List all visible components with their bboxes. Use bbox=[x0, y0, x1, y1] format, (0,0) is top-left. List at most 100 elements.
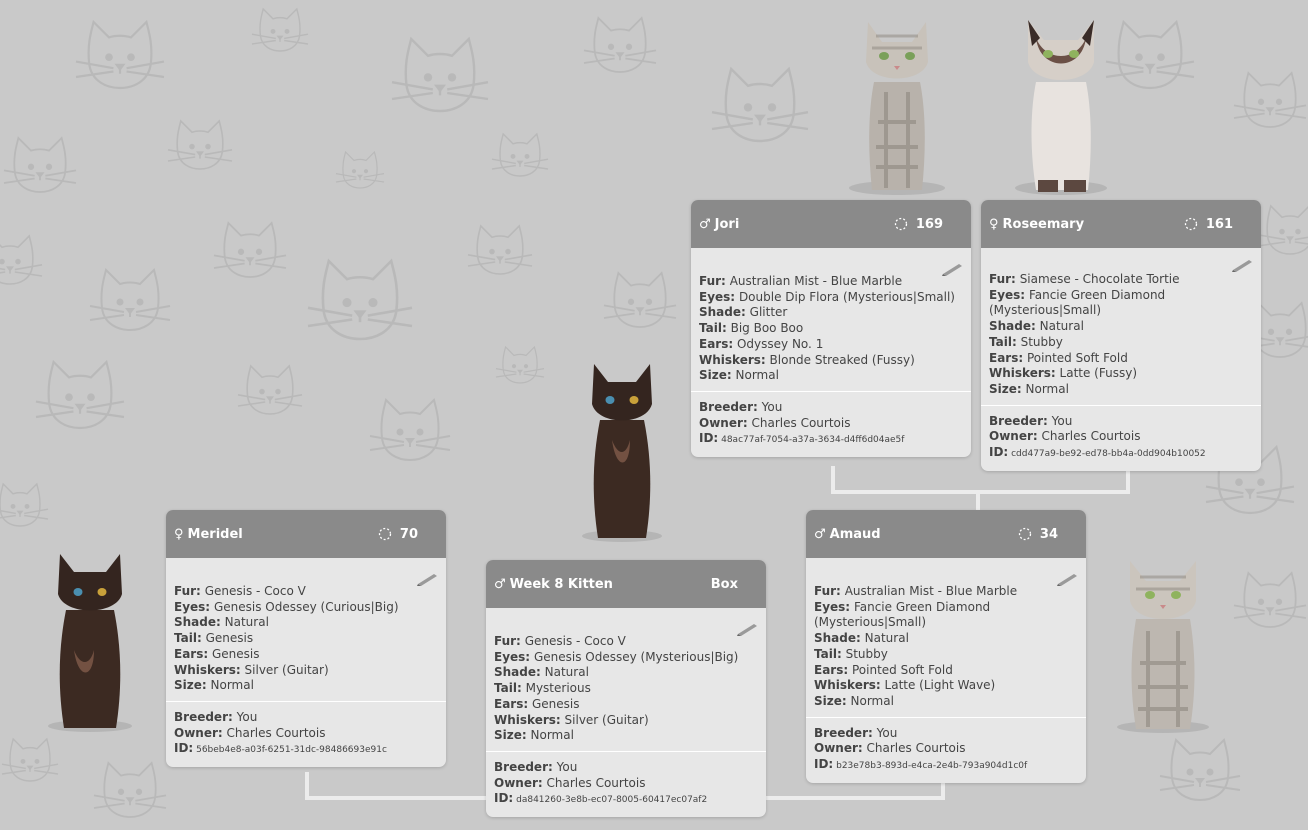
trait-size: Size: Normal bbox=[814, 693, 894, 708]
pencil-icon[interactable] bbox=[736, 622, 758, 636]
trait-ears: Ears: Genesis bbox=[174, 646, 260, 661]
cat-image-jori bbox=[849, 22, 945, 195]
card-header: ♀ Roseemary 161 bbox=[981, 200, 1261, 248]
generation-count: 70 bbox=[399, 526, 418, 542]
ownership-section: Breeder: You Owner: Charles Courtois ID:… bbox=[166, 700, 446, 767]
id-line: ID: cdd477a9-be92-ed78-bb4a-0dd904b10052 bbox=[989, 445, 1206, 460]
connector-to-amaud bbox=[976, 490, 980, 512]
trait-fur: Fur: Australian Mist - Blue Marble bbox=[814, 584, 1018, 598]
pencil-icon[interactable] bbox=[941, 262, 963, 276]
id-line: ID: 56beb4e8-a03f-6251-31dc-98486693e91c bbox=[174, 741, 387, 756]
id-line: ID: b23e78b3-893d-e4ca-2e4b-793a904d1c0f bbox=[814, 757, 1028, 772]
owner-line: Owner: Charles Courtois bbox=[699, 415, 851, 430]
card-week8-kitten[interactable]: ♂ Week 8 Kitten Box Fur: Genesis - Coco … bbox=[486, 560, 766, 818]
trait-shade: Shade: Natural bbox=[174, 615, 269, 630]
card-meridel[interactable]: ♀ Meridel 70 Fur: Genesis - Coco V Eyes:… bbox=[166, 510, 446, 768]
trait-size: Size: Normal bbox=[989, 381, 1069, 396]
pencil-icon[interactable] bbox=[416, 572, 438, 586]
trait-shade: Shade: Natural bbox=[814, 631, 909, 646]
trait-size: Size: Normal bbox=[699, 368, 779, 383]
trait-ears: Ears: Odyssey No. 1 bbox=[699, 336, 824, 351]
male-symbol-icon: ♂ bbox=[699, 216, 711, 232]
pencil-icon[interactable] bbox=[1231, 258, 1253, 272]
connector-parents-bar bbox=[831, 490, 1130, 494]
trait-tail: Tail: Stubby bbox=[814, 646, 888, 661]
card-roseemary[interactable]: ♀ Roseemary 161 Fur: Siamese - Chocolate… bbox=[981, 200, 1261, 471]
card-header: ♂ Jori 169 bbox=[691, 200, 971, 248]
traits-section: Fur: Siamese - Chocolate Tortie Eyes: Fa… bbox=[981, 248, 1261, 405]
traits-section: Fur: Australian Mist - Blue Marble Eyes:… bbox=[806, 558, 1086, 717]
trait-eyes-continued: (Mysterious|Small) bbox=[814, 615, 926, 630]
owner-line: Owner: Charles Courtois bbox=[989, 429, 1141, 444]
traits-section: Fur: Australian Mist - Blue Marble Eyes:… bbox=[691, 248, 971, 391]
traits-section: Fur: Genesis - Coco V Eyes: Genesis Odes… bbox=[486, 608, 766, 751]
dashed-circle-icon bbox=[378, 527, 392, 541]
ownership-section: Breeder: You Owner: Charles Courtois ID:… bbox=[981, 404, 1261, 471]
trait-shade: Shade: Natural bbox=[494, 665, 589, 680]
breeder-line: Breeder: You bbox=[699, 399, 783, 414]
card-amaud[interactable]: ♂ Amaud 34 Fur: Australian Mist - Blue M… bbox=[806, 510, 1086, 783]
traits-section: Fur: Genesis - Coco V Eyes: Genesis Odes… bbox=[166, 558, 446, 701]
generation-count: 169 bbox=[915, 216, 943, 232]
card-header: ♂ Week 8 Kitten Box bbox=[486, 560, 766, 608]
trait-tail: Tail: Stubby bbox=[989, 334, 1063, 349]
trait-shade: Shade: Glitter bbox=[699, 305, 788, 320]
cat-name[interactable]: Week 8 Kitten bbox=[510, 577, 613, 592]
breeder-line: Breeder: You bbox=[174, 709, 258, 724]
trait-whiskers: Whiskers: Silver (Guitar) bbox=[494, 712, 649, 727]
male-symbol-icon: ♂ bbox=[814, 526, 826, 542]
trait-fur: Fur: Genesis - Coco V bbox=[174, 584, 306, 598]
breeder-line: Breeder: You bbox=[814, 725, 898, 740]
trait-tail: Tail: Genesis bbox=[174, 631, 254, 646]
trait-eyes: Eyes: Genesis Odessey (Curious|Big) bbox=[174, 599, 399, 614]
ownership-section: Breeder: You Owner: Charles Courtois ID:… bbox=[806, 716, 1086, 783]
dashed-circle-icon bbox=[894, 217, 908, 231]
owner-line: Owner: Charles Courtois bbox=[174, 725, 326, 740]
connector-jori-down bbox=[831, 466, 835, 492]
pencil-icon[interactable] bbox=[1056, 572, 1078, 586]
dashed-circle-icon bbox=[1018, 527, 1032, 541]
box-button[interactable]: Box bbox=[711, 577, 738, 592]
trait-eyes: Eyes: Genesis Odessey (Mysterious|Big) bbox=[494, 649, 739, 664]
trait-eyes: Eyes: Double Dip Flora (Mysterious|Small… bbox=[699, 289, 955, 304]
trait-whiskers: Whiskers: Blonde Streaked (Fussy) bbox=[699, 352, 915, 367]
trait-whiskers: Whiskers: Silver (Guitar) bbox=[174, 662, 329, 677]
trait-eyes: Eyes: Fancie Green Diamond bbox=[989, 287, 1166, 302]
cat-name[interactable]: Jori bbox=[715, 217, 740, 232]
breeder-line: Breeder: You bbox=[989, 413, 1073, 428]
dashed-circle-icon bbox=[1184, 217, 1198, 231]
id-line: ID: da841260-3e8b-ec07-8005-60417ec07af2 bbox=[494, 791, 708, 806]
trait-whiskers: Whiskers: Latte (Light Wave) bbox=[814, 678, 996, 693]
cat-image-kitten bbox=[582, 364, 662, 542]
ownership-section: Breeder: You Owner: Charles Courtois ID:… bbox=[691, 390, 971, 457]
cat-image-roseemary bbox=[1015, 20, 1107, 195]
female-symbol-icon: ♀ bbox=[174, 526, 184, 542]
generation-count: 161 bbox=[1205, 216, 1233, 232]
cat-image-meridel bbox=[48, 554, 132, 732]
ownership-section: Breeder: You Owner: Charles Courtois ID:… bbox=[486, 750, 766, 817]
cat-name[interactable]: Meridel bbox=[188, 527, 243, 542]
cat-image-amaud bbox=[1117, 561, 1209, 733]
card-header: ♀ Meridel 70 bbox=[166, 510, 446, 558]
owner-line: Owner: Charles Courtois bbox=[814, 741, 966, 756]
trait-ears: Ears: Genesis bbox=[494, 696, 580, 711]
trait-whiskers: Whiskers: Latte (Fussy) bbox=[989, 366, 1137, 381]
trait-ears: Ears: Pointed Soft Fold bbox=[814, 662, 953, 677]
generation-count: 34 bbox=[1039, 526, 1058, 542]
trait-fur: Fur: Siamese - Chocolate Tortie bbox=[989, 272, 1180, 286]
trait-eyes-continued: (Mysterious|Small) bbox=[989, 303, 1101, 318]
trait-shade: Shade: Natural bbox=[989, 319, 1084, 334]
cat-name[interactable]: Roseemary bbox=[1003, 217, 1085, 232]
cat-name[interactable]: Amaud bbox=[830, 527, 881, 542]
trait-size: Size: Normal bbox=[494, 728, 574, 743]
id-line: ID: 48ac77af-7054-a37a-3634-d4ff6d04ae5f bbox=[699, 431, 905, 446]
trait-fur: Fur: Genesis - Coco V bbox=[494, 634, 626, 648]
trait-size: Size: Normal bbox=[174, 678, 254, 693]
male-symbol-icon: ♂ bbox=[494, 576, 506, 592]
card-jori[interactable]: ♂ Jori 169 Fur: Australian Mist - Blue M… bbox=[691, 200, 971, 458]
female-symbol-icon: ♀ bbox=[989, 216, 999, 232]
trait-fur: Fur: Australian Mist - Blue Marble bbox=[699, 274, 903, 288]
connector-roseemary-down bbox=[1126, 470, 1130, 492]
owner-line: Owner: Charles Courtois bbox=[494, 775, 646, 790]
trait-ears: Ears: Pointed Soft Fold bbox=[989, 350, 1128, 365]
